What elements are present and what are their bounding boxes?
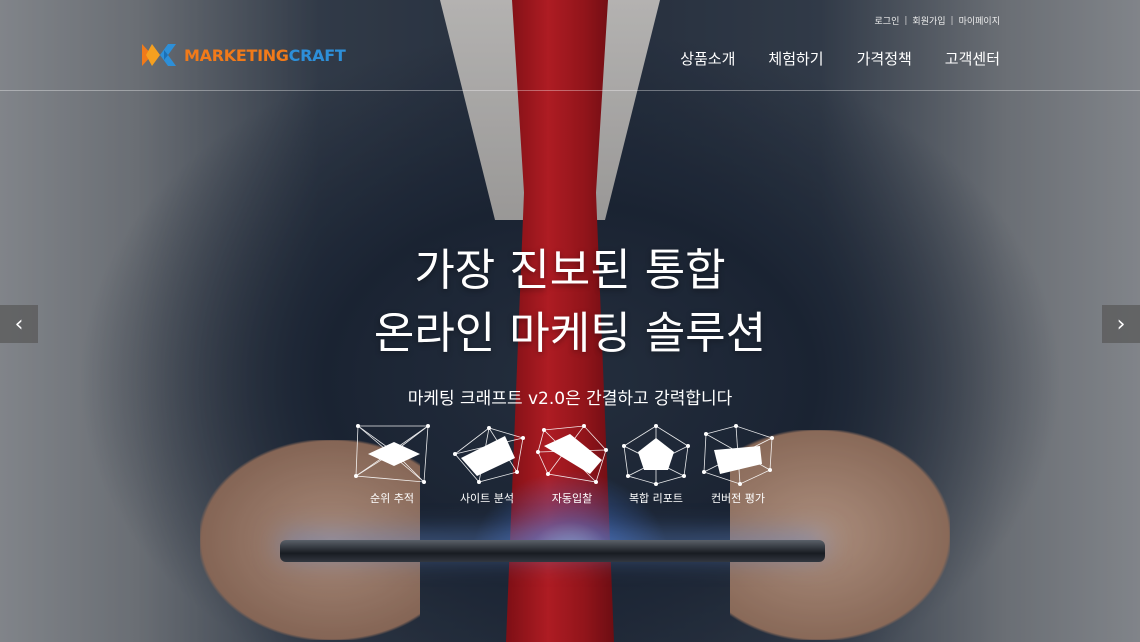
slider-prev-button[interactable]: ‹ bbox=[0, 305, 38, 343]
feature-list: 순위 추적 사이트 분석 자동입찰 복합 리포트 컨버전 평가 bbox=[350, 424, 774, 514]
feature-conversion-evaluation[interactable]: 컨버전 평가 bbox=[696, 424, 780, 506]
logo-mark-icon bbox=[142, 44, 176, 66]
logo-text-marketing: MARKETING bbox=[184, 45, 289, 65]
conversion-evaluation-icon bbox=[702, 424, 774, 486]
rank-tracking-icon bbox=[354, 424, 430, 484]
headline-line-1: 가장 진보된 통합 bbox=[414, 245, 726, 296]
feature-composite-report[interactable]: 복합 리포트 bbox=[614, 424, 698, 506]
composite-report-icon bbox=[622, 424, 690, 486]
mypage-link[interactable]: 마이페이지 bbox=[959, 14, 1000, 27]
site-analysis-icon bbox=[453, 426, 525, 484]
nav-item-support[interactable]: 고객센터 bbox=[945, 48, 1000, 69]
signup-link[interactable]: 회원가입 bbox=[912, 14, 945, 27]
feature-label: 자동입찰 bbox=[551, 492, 593, 505]
chevron-left-icon: ‹ bbox=[14, 311, 24, 337]
utility-separator: | bbox=[904, 15, 908, 26]
feature-label: 복합 리포트 bbox=[628, 492, 684, 505]
login-link[interactable]: 로그인 bbox=[875, 14, 900, 27]
main-nav: 상품소개 체험하기 가격정책 고객센터 bbox=[680, 48, 1000, 69]
feature-label: 컨버전 평가 bbox=[710, 492, 766, 505]
feature-auto-bidding[interactable]: 자동입찰 bbox=[530, 424, 614, 506]
hero-subline: 마케팅 크래프트 v2.0은 간결하고 강력합니다 bbox=[407, 389, 733, 409]
utility-nav: 로그인 | 회원가입 | 마이페이지 bbox=[875, 14, 1000, 28]
header-divider bbox=[0, 90, 1140, 91]
nav-item-pricing[interactable]: 가격정책 bbox=[857, 48, 912, 69]
site-logo[interactable]: MARKETING CRAFT bbox=[142, 44, 346, 66]
slider-next-button[interactable]: › bbox=[1102, 305, 1140, 343]
nav-item-products[interactable]: 상품소개 bbox=[680, 48, 735, 69]
feature-rank-tracking[interactable]: 순위 추적 bbox=[350, 424, 434, 506]
feature-label: 순위 추적 bbox=[370, 492, 414, 505]
headline-line-2: 온라인 마케팅 솔루션 bbox=[373, 308, 767, 359]
utility-separator: | bbox=[950, 15, 954, 26]
nav-item-trial[interactable]: 체험하기 bbox=[768, 48, 823, 69]
chevron-right-icon: › bbox=[1116, 311, 1126, 337]
feature-label: 사이트 분석 bbox=[459, 492, 515, 505]
logo-text-craft: CRAFT bbox=[288, 45, 346, 65]
auto-bidding-icon bbox=[536, 424, 608, 484]
feature-site-analysis[interactable]: 사이트 분석 bbox=[445, 424, 529, 506]
